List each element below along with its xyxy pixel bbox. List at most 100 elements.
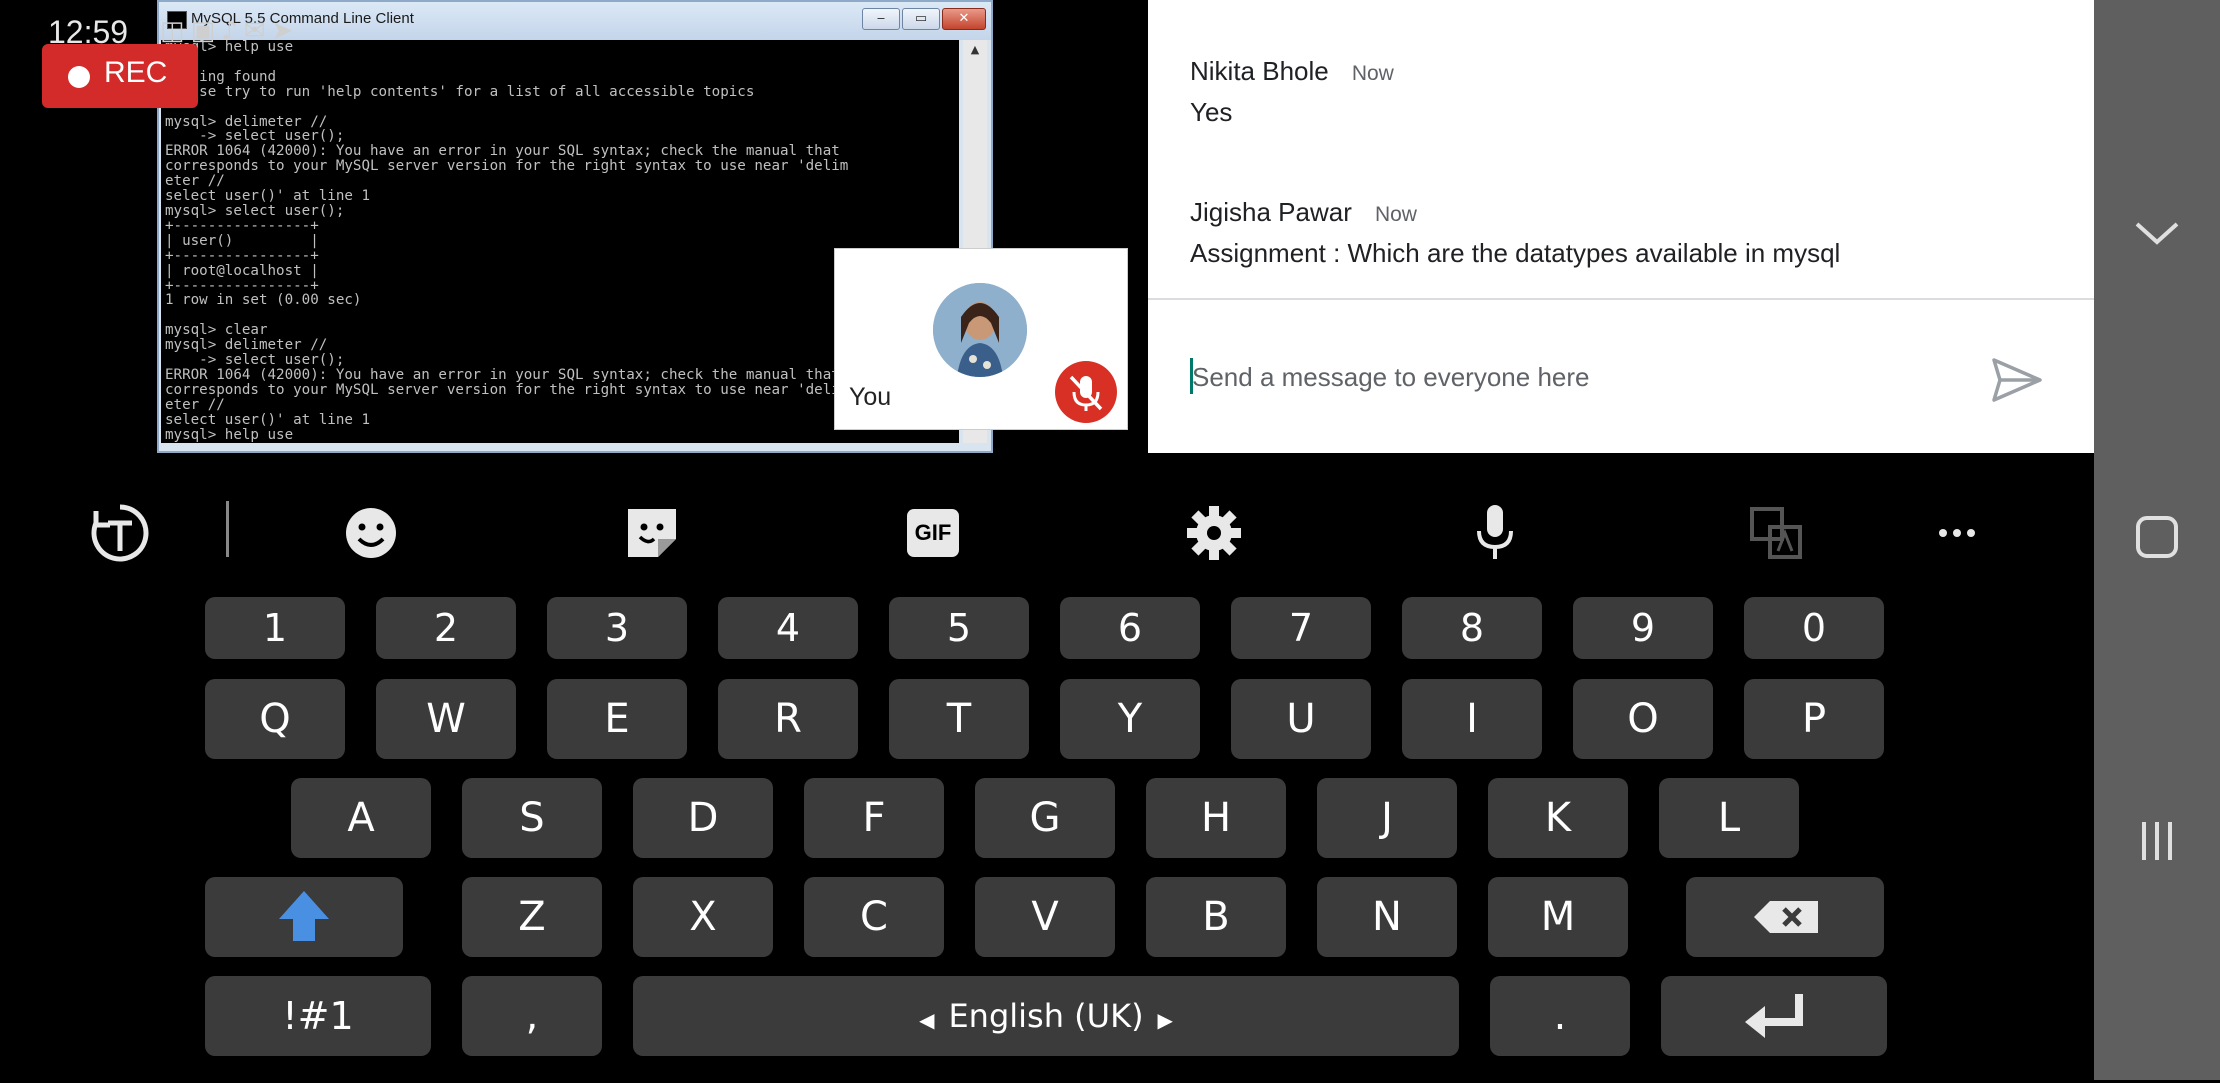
- message-sender: Nikita Bhole: [1190, 56, 1329, 86]
- period-key[interactable]: .: [1490, 976, 1630, 1056]
- more-options-button[interactable]: [1917, 493, 1997, 573]
- gif-label: GIF: [907, 509, 959, 557]
- key-g[interactable]: G: [975, 778, 1115, 858]
- key-4[interactable]: 4: [718, 597, 858, 659]
- key-8[interactable]: 8: [1402, 597, 1542, 659]
- backspace-icon: [1754, 901, 1818, 933]
- message-text: Assignment : Which are the datatypes ava…: [1190, 238, 1841, 268]
- chat-message: Nikita Bhole Now Yes: [1190, 56, 1394, 128]
- space-bar[interactable]: ◀ English (UK) ▶: [633, 976, 1459, 1056]
- key-y[interactable]: Y: [1060, 679, 1200, 759]
- sticker-icon: [628, 509, 676, 557]
- keyboard-settings-button[interactable]: [1174, 493, 1254, 573]
- language-left-arrow-icon: ◀: [919, 1008, 935, 1032]
- recording-badge[interactable]: REC: [42, 44, 198, 108]
- translate-icon: [91, 504, 149, 562]
- key-r[interactable]: R: [718, 679, 858, 759]
- translate-button[interactable]: [80, 493, 160, 573]
- enter-key[interactable]: [1661, 976, 1887, 1056]
- key-o[interactable]: O: [1573, 679, 1713, 759]
- key-c[interactable]: C: [804, 877, 944, 957]
- key-0[interactable]: 0: [1744, 597, 1884, 659]
- status-notification-icons: ◫▣♪✉➤: [160, 16, 299, 46]
- key-n[interactable]: N: [1317, 877, 1457, 957]
- key-f[interactable]: F: [804, 778, 944, 858]
- recents-icon: [2142, 822, 2172, 860]
- self-video-tile[interactable]: You: [834, 248, 1128, 430]
- key-9[interactable]: 9: [1573, 597, 1713, 659]
- key-w[interactable]: W: [376, 679, 516, 759]
- shift-key[interactable]: [205, 877, 403, 957]
- symbols-key[interactable]: !#1: [205, 976, 431, 1056]
- key-z[interactable]: Z: [462, 877, 602, 957]
- recents-button[interactable]: [2094, 796, 2220, 886]
- key-b[interactable]: B: [1146, 877, 1286, 957]
- comma-key[interactable]: ,: [462, 976, 602, 1056]
- key-p[interactable]: P: [1744, 679, 1884, 759]
- key-s[interactable]: S: [462, 778, 602, 858]
- key-7[interactable]: 7: [1231, 597, 1371, 659]
- gif-button[interactable]: GIF: [893, 493, 973, 573]
- send-icon: [1992, 358, 2042, 402]
- emoji-button[interactable]: [331, 493, 411, 573]
- chat-message: Jigisha Pawar Now Assignment : Which are…: [1190, 197, 1840, 269]
- maximize-button: ▭: [902, 8, 940, 30]
- key-x[interactable]: X: [633, 877, 773, 957]
- toolbar-divider: [226, 501, 229, 557]
- home-button[interactable]: [2094, 492, 2220, 582]
- space-language-label: English (UK): [948, 997, 1144, 1035]
- home-icon: [2136, 516, 2178, 558]
- key-i[interactable]: I: [1402, 679, 1542, 759]
- send-button[interactable]: [1986, 350, 2046, 410]
- message-text: Yes: [1190, 97, 1233, 127]
- minimize-button: ‒: [862, 8, 900, 30]
- telegram-icon: ➤: [271, 16, 300, 46]
- recording-dot-icon: [68, 66, 90, 88]
- shift-arrow-icon: [279, 891, 329, 941]
- chat-message-input[interactable]: [1192, 352, 1972, 402]
- gear-icon: [1187, 506, 1241, 560]
- collapse-keyboard-button[interactable]: [2094, 188, 2220, 278]
- key-u[interactable]: U: [1231, 679, 1371, 759]
- key-t[interactable]: T: [889, 679, 1029, 759]
- key-j[interactable]: J: [1317, 778, 1457, 858]
- mic-muted-icon[interactable]: [1055, 361, 1117, 423]
- key-3[interactable]: 3: [547, 597, 687, 659]
- chat-panel: Nikita Bhole Now Yes Jigisha Pawar Now A…: [1148, 0, 2094, 453]
- key-e[interactable]: E: [547, 679, 687, 759]
- key-q[interactable]: Q: [205, 679, 345, 759]
- voice-input-button[interactable]: [1455, 493, 1535, 573]
- sticker-button[interactable]: [612, 493, 692, 573]
- key-a[interactable]: A: [291, 778, 431, 858]
- notification-icon: ◫: [160, 16, 191, 46]
- key-d[interactable]: D: [633, 778, 773, 858]
- close-button: ✕: [942, 8, 986, 30]
- clipboard-translate-button[interactable]: [1736, 493, 1816, 573]
- navigation-bar: [2094, 0, 2220, 1080]
- message-sender: Jigisha Pawar: [1190, 197, 1352, 227]
- message-icon: ✉: [243, 16, 272, 46]
- key-v[interactable]: V: [975, 877, 1115, 957]
- more-icon: [1939, 529, 1975, 537]
- shared-screen-video: MySQL 5.5 Command Line Client ‒ ▭ ✕ mysq…: [0, 0, 1148, 453]
- language-right-arrow-icon: ▶: [1157, 1008, 1173, 1032]
- mic-icon: [1477, 505, 1513, 559]
- key-h[interactable]: H: [1146, 778, 1286, 858]
- key-6[interactable]: 6: [1060, 597, 1200, 659]
- key-m[interactable]: M: [1488, 877, 1628, 957]
- backspace-key[interactable]: [1686, 877, 1884, 957]
- chevron-down-icon: [2135, 222, 2179, 245]
- clipboard-icon: [1750, 507, 1802, 559]
- key-1[interactable]: 1: [205, 597, 345, 659]
- key-5[interactable]: 5: [889, 597, 1029, 659]
- key-2[interactable]: 2: [376, 597, 516, 659]
- console-text: mysql> help use Nothing found Please try…: [165, 40, 849, 443]
- image-icon: ▣: [190, 16, 222, 46]
- message-time: Now: [1374, 203, 1417, 226]
- key-k[interactable]: K: [1488, 778, 1628, 858]
- on-screen-keyboard: GIF 1 2 3 4 5 6 7 8 9 0 Q W E R T Y U I …: [0, 453, 2094, 1080]
- avatar: [933, 283, 1027, 377]
- key-l[interactable]: L: [1659, 778, 1799, 858]
- recording-label: REC: [104, 56, 168, 89]
- scroll-up-arrow-icon: ▲: [970, 43, 980, 56]
